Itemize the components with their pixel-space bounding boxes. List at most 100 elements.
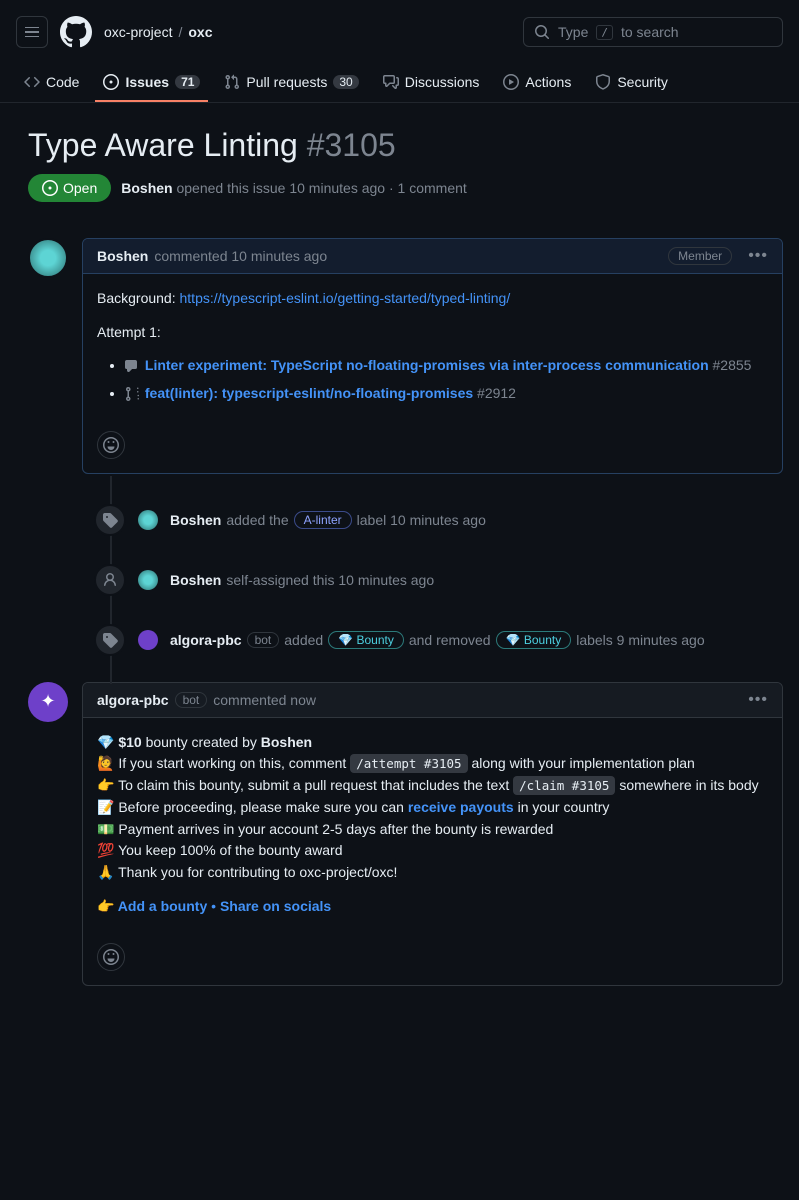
avatar[interactable] [138,630,158,650]
link-typed-linting[interactable]: https://typescript-eslint.io/getting-sta… [180,290,511,306]
tab-code-label: Code [46,74,79,90]
comment-time: commented now [213,692,316,708]
reaction-bar [83,431,782,473]
app-header: oxc-project / oxc Type / to search [0,0,799,64]
timeline-event: Boshen self-assigned this 10 minutes ago [82,550,783,610]
label-chip[interactable]: A-linter [294,511,352,529]
search-input[interactable]: Type / to search [523,17,783,47]
comment-author[interactable]: Boshen [97,248,148,264]
tag-icon [94,504,126,536]
discussion-icon [383,74,399,90]
code-snippet: /attempt #3105 [350,754,467,773]
search-placeholder: Type [558,24,588,40]
comment-count: 1 comment [398,180,467,196]
tab-actions-label: Actions [525,74,571,90]
timeline-text: algora-pbc bot added 💎 Bounty and remove… [170,631,705,649]
ref-number: #2855 [713,357,752,373]
reference-item: feat(linter): typescript-eslint/no-float… [125,383,768,405]
hamburger-icon [25,27,39,38]
comment-menu-icon[interactable]: ••• [748,247,768,265]
issue-header: Type Aware Linting #3105 Open Boshen ope… [0,103,799,218]
shield-icon [595,74,611,90]
user-link[interactable]: algora-pbc [170,632,242,648]
avatar[interactable] [28,238,68,278]
link-ref1[interactable]: Linter experiment: TypeScript no-floatin… [145,357,709,373]
comment-author[interactable]: algora-pbc [97,692,169,708]
smiley-icon [103,437,119,453]
tab-discussions[interactable]: Discussions [375,64,488,102]
timeline-text: Boshen added the A-linter label 10 minut… [170,511,486,529]
avatar[interactable] [138,510,158,530]
member-badge: Member [668,247,732,265]
repo-tabs: Code Issues 71 Pull requests 30 Discussi… [0,64,799,103]
open-icon [42,180,58,196]
timeline: Boshen commented 10 minutes ago Member •… [0,218,799,986]
issue-title: Type Aware Linting #3105 [28,127,783,164]
timeline-event: Boshen added the A-linter label 10 minut… [82,490,783,550]
code-icon [24,74,40,90]
comment-time: commented 10 minutes ago [154,248,327,264]
breadcrumb-repo[interactable]: oxc [188,24,212,40]
smiley-icon [103,949,119,965]
link-ref2[interactable]: feat(linter): typescript-eslint/no-float… [145,385,473,401]
avatar[interactable] [28,682,68,722]
reference-list: Linter experiment: TypeScript no-floatin… [125,355,768,404]
timeline-event: algora-pbc bot added 💎 Bounty and remove… [82,610,783,670]
issue-icon [103,74,119,90]
tag-icon [94,624,126,656]
status-text: Open [63,180,97,196]
ref-number: #2912 [477,385,516,401]
issue-title-text: Type Aware Linting [28,127,298,163]
pulls-count: 30 [333,75,358,89]
bot-badge: bot [175,692,208,708]
tab-pulls[interactable]: Pull requests 30 [216,64,366,102]
share-link[interactable]: Share on socials [220,898,331,914]
bounty-label[interactable]: 💎 Bounty [496,631,572,649]
search-hotkey: / [596,25,613,40]
code-snippet: /claim #3105 [513,776,615,795]
breadcrumb-owner[interactable]: oxc-project [104,24,172,40]
issue-meta: Open Boshen opened this issue 10 minutes… [28,174,783,202]
github-logo-icon[interactable] [60,16,92,48]
comment: algora-pbc bot commented now ••• 💎 $10 b… [28,682,783,987]
issue-author[interactable]: Boshen [121,180,172,196]
actions-icon [503,74,519,90]
tab-code[interactable]: Code [16,64,87,102]
user-link[interactable]: Boshen [261,734,312,750]
user-link[interactable]: Boshen [170,572,221,588]
comment-header: algora-pbc bot commented now ••• [83,683,782,718]
issue-number: #3105 [307,127,396,163]
text-label: Attempt 1: [97,322,768,344]
tab-issues[interactable]: Issues 71 [95,64,208,102]
hamburger-menu[interactable] [16,16,48,48]
add-reaction-button[interactable] [97,431,125,459]
comment: Boshen commented 10 minutes ago Member •… [28,238,783,474]
issue-byline: Boshen opened this issue 10 minutes ago … [121,180,467,196]
comment-body: 💎 $10 bounty created by Boshen 🙋 If you … [83,718,782,944]
reaction-bar [83,943,782,985]
user-link[interactable]: Boshen [170,512,221,528]
tab-actions[interactable]: Actions [495,64,579,102]
tab-issues-label: Issues [125,74,169,90]
comment-body: Background: https://typescript-eslint.io… [83,274,782,431]
reference-item: Linter experiment: TypeScript no-floatin… [125,355,768,377]
search-icon [534,24,550,40]
discussion-icon [125,359,141,375]
link-payouts[interactable]: receive payouts [408,799,514,815]
tab-security[interactable]: Security [587,64,676,102]
breadcrumb: oxc-project / oxc [104,24,212,40]
issues-count: 71 [175,75,200,89]
comment-menu-icon[interactable]: ••• [748,691,768,709]
search-suffix: to search [621,24,679,40]
pr-draft-icon [125,386,141,402]
issue-opened-text: opened this issue 10 minutes ago [176,180,385,196]
breadcrumb-separator: / [178,24,182,40]
avatar[interactable] [138,570,158,590]
timeline-text: Boshen self-assigned this 10 minutes ago [170,572,434,588]
person-icon [94,564,126,596]
tab-pulls-label: Pull requests [246,74,327,90]
add-reaction-button[interactable] [97,943,125,971]
add-bounty-link[interactable]: 👉 Add a bounty [97,898,207,914]
bounty-label[interactable]: 💎 Bounty [328,631,404,649]
tab-discussions-label: Discussions [405,74,480,90]
